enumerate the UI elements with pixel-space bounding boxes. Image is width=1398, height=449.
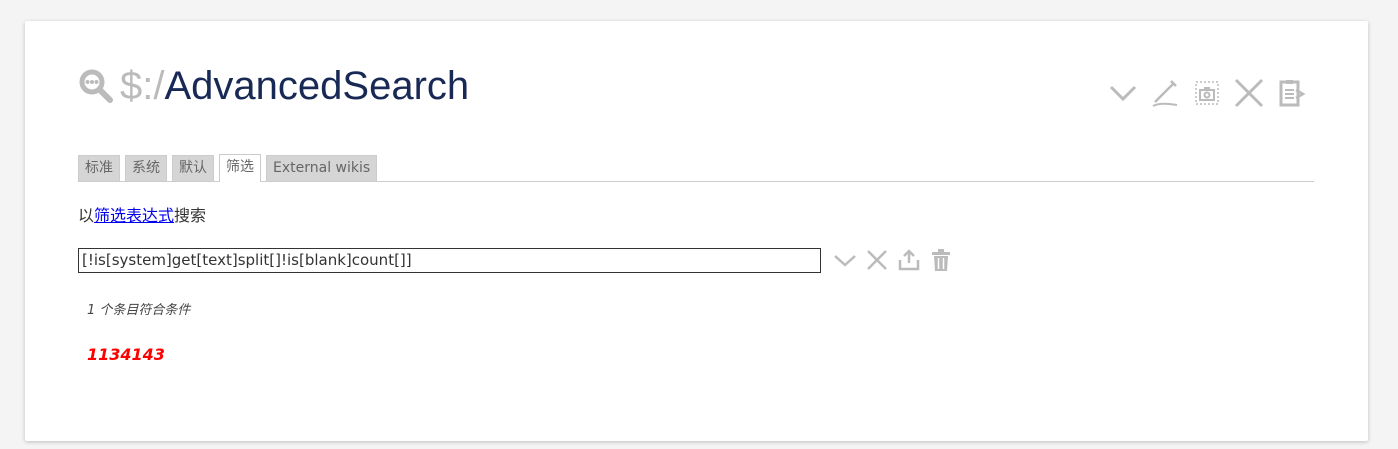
tab-external-wikis[interactable]: External wikis: [266, 155, 378, 181]
filter-input[interactable]: [78, 247, 821, 273]
close-icon: [1234, 78, 1264, 108]
filter-actions: [831, 246, 955, 274]
more-actions-button[interactable]: [1106, 76, 1140, 110]
tab-system[interactable]: 系统: [125, 155, 167, 181]
export-icon: [898, 249, 920, 271]
export-results-button[interactable]: [895, 246, 923, 274]
result-count: 1 个条目符合条件: [87, 303, 191, 318]
trash-icon: [932, 249, 950, 271]
filter-hint: 以筛选表达式搜索: [78, 202, 206, 226]
filter-dropdown-button[interactable]: [831, 246, 859, 274]
pencil-icon: [1152, 80, 1178, 107]
tiddler-frame: $:/AdvancedSearch 标准 系统 默认 筛选 External w…: [25, 21, 1368, 441]
tab-filter[interactable]: 筛选: [219, 154, 261, 182]
close-others-button[interactable]: [1274, 76, 1308, 110]
delete-results-button[interactable]: [927, 246, 955, 274]
title-prefix: $:/: [120, 64, 165, 108]
tiddler-toolbar: [1106, 76, 1308, 110]
result-item[interactable]: 1134143: [87, 345, 165, 364]
hint-before: 以: [78, 206, 95, 225]
tab-shadows[interactable]: 默认: [172, 155, 214, 181]
search-tabs: 标准 系统 默认 筛选 External wikis: [78, 154, 1314, 182]
filter-expression-link[interactable]: 筛选表达式: [94, 206, 174, 225]
close-icon: [867, 250, 887, 270]
close-others-icon: [1279, 80, 1306, 107]
close-button[interactable]: [1232, 76, 1266, 110]
chevron-down-icon: [1109, 85, 1137, 102]
advanced-search-icon: [79, 69, 113, 103]
edit-button[interactable]: [1148, 76, 1182, 110]
filter-search-row: [78, 246, 955, 274]
tiddler-title-row: $:/AdvancedSearch: [78, 61, 469, 111]
page-title: AdvancedSearch: [164, 64, 470, 108]
export-tiddler-button[interactable]: [1190, 76, 1224, 110]
hint-after: 搜索: [174, 206, 207, 225]
camera-icon: [1195, 81, 1219, 105]
tab-standard[interactable]: 标准: [78, 155, 120, 181]
chevron-down-icon: [834, 255, 856, 267]
clear-filter-button[interactable]: [863, 246, 891, 274]
